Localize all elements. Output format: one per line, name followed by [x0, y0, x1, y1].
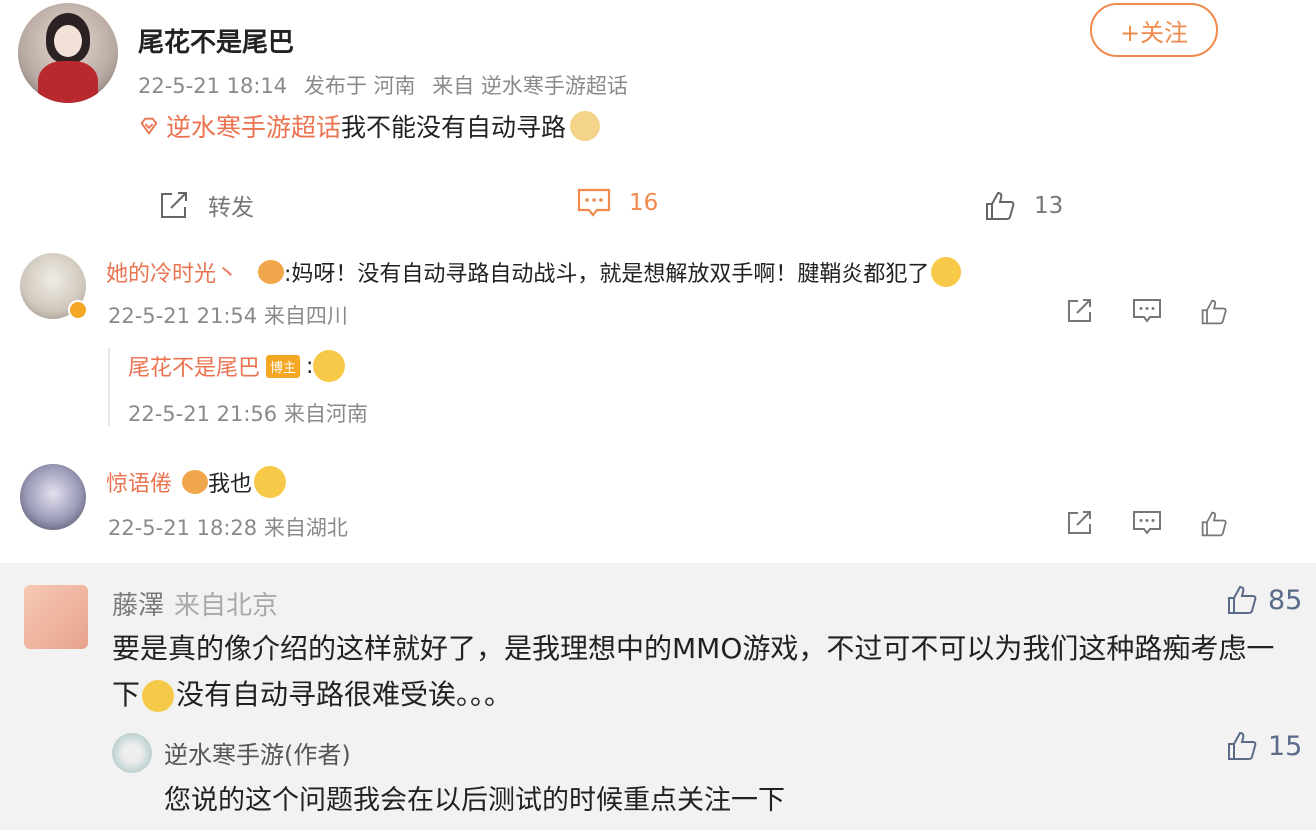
highlight-location: 来自北京 [174, 591, 279, 621]
topic-label: 逆水寒手游超话 [166, 113, 342, 142]
verified-badge-icon [68, 300, 88, 320]
post-date: 22-5-21 18:14 [138, 74, 288, 98]
post-author-name[interactable]: 尾花不是尾巴 [138, 22, 294, 59]
follow-button[interactable]: +关注 [1090, 3, 1218, 57]
reply-meta: 22-5-21 21:56 来自河南 [128, 402, 368, 426]
comment-avatar[interactable] [20, 464, 86, 530]
post-source[interactable]: 来自 逆水寒手游超话 [432, 74, 628, 98]
share-icon[interactable] [1066, 298, 1094, 324]
share-icon [161, 192, 187, 218]
thumbs-up-icon [986, 191, 1015, 220]
comment-count: 16 [629, 190, 659, 216]
comment-author[interactable]: 她的冷时光丶 [106, 256, 238, 288]
topic-link[interactable]: 逆水寒手游超话 [138, 108, 341, 144]
highlight-like-count: 85 [1268, 584, 1303, 616]
like-button[interactable]: 13 [984, 190, 1063, 222]
comment-text: :妈呀！没有自动寻路自动战斗，就是想解放双手啊！腱鞘炎都犯了 [284, 262, 930, 287]
comment-icon[interactable] [1132, 298, 1162, 324]
laughing-tears-emoji-icon [142, 680, 175, 712]
highlight-author-line: 藤澤 来自北京 [112, 585, 278, 622]
crying-emoji-icon [931, 257, 962, 287]
like-count: 13 [1034, 193, 1064, 219]
comment-icon[interactable] [1132, 510, 1162, 536]
highlight-author[interactable]: 藤澤 [112, 591, 164, 621]
post-body: 逆水寒手游超话 我不能没有自动寻路 [138, 108, 601, 144]
reply-author[interactable]: 尾花不是尾巴 [128, 350, 260, 382]
highlight-text: 要是真的像介绍的这样就好了，是我理想中的MMO游戏，不过可不可以为我们这种路痴考… [112, 626, 1302, 718]
share-button[interactable]: 转发 [158, 188, 254, 222]
share-label: 转发 [208, 195, 254, 221]
thumbs-up-icon [1228, 731, 1257, 760]
comment-ops [1066, 298, 1228, 326]
highlight-avatar[interactable] [24, 585, 88, 649]
comment-button[interactable]: 16 [577, 188, 658, 218]
post-text: 我不能没有自动寻路 [341, 113, 567, 142]
comment-line: 她的冷时光丶 :妈呀！没有自动寻路自动战斗，就是想解放双手啊！腱鞘炎都犯了 [106, 256, 962, 288]
reply-like-button[interactable]: 15 [1226, 730, 1302, 762]
thumbs-up-icon [1228, 585, 1257, 614]
vip-crown-icon [182, 470, 209, 494]
reply-author[interactable]: 逆水寒手游(作者) [164, 735, 351, 770]
comment-icon [577, 188, 611, 217]
comment-line: 惊语倦 我也 [106, 466, 287, 498]
share-icon[interactable] [1066, 510, 1094, 536]
post-location: 发布于 河南 [303, 74, 416, 98]
comment-reply: 尾花不是尾巴 博主 : 22-5-21 21:56 来自河南 [108, 348, 708, 426]
post-author-avatar[interactable] [18, 3, 118, 103]
comment-text: 我也 [208, 472, 253, 497]
reply-like-count: 15 [1268, 730, 1303, 762]
reply-avatar[interactable] [112, 733, 152, 773]
laughing-tears-emoji-icon [254, 466, 287, 498]
comment-meta: 22-5-21 21:54 来自四川 [108, 304, 348, 328]
comment-author[interactable]: 惊语倦 [106, 466, 172, 498]
reply-text: 您说的这个问题我会在以后测试的时候重点关注一下 [164, 785, 785, 816]
thumbs-up-icon[interactable] [1200, 510, 1228, 538]
highlight-text-part2: 没有自动寻路很难受诶。。。 [176, 678, 513, 711]
author-badge: 博主 [266, 354, 301, 378]
topic-diamond-icon [140, 117, 158, 135]
thumbs-up-icon[interactable] [1200, 298, 1228, 326]
vip-crown-icon [258, 260, 285, 284]
reply-text: : [306, 353, 314, 379]
reply-line: 尾花不是尾巴 博主 : [128, 350, 346, 382]
crying-emoji-icon [313, 350, 346, 382]
dog-emoji-icon [570, 111, 601, 141]
comment-ops [1066, 510, 1228, 538]
post-meta: 22-5-21 18:14 发布于 河南 来自 逆水寒手游超话 [138, 70, 638, 100]
highlight-like-button[interactable]: 85 [1226, 584, 1302, 616]
comment-meta: 22-5-21 18:28 来自湖北 [108, 516, 348, 540]
